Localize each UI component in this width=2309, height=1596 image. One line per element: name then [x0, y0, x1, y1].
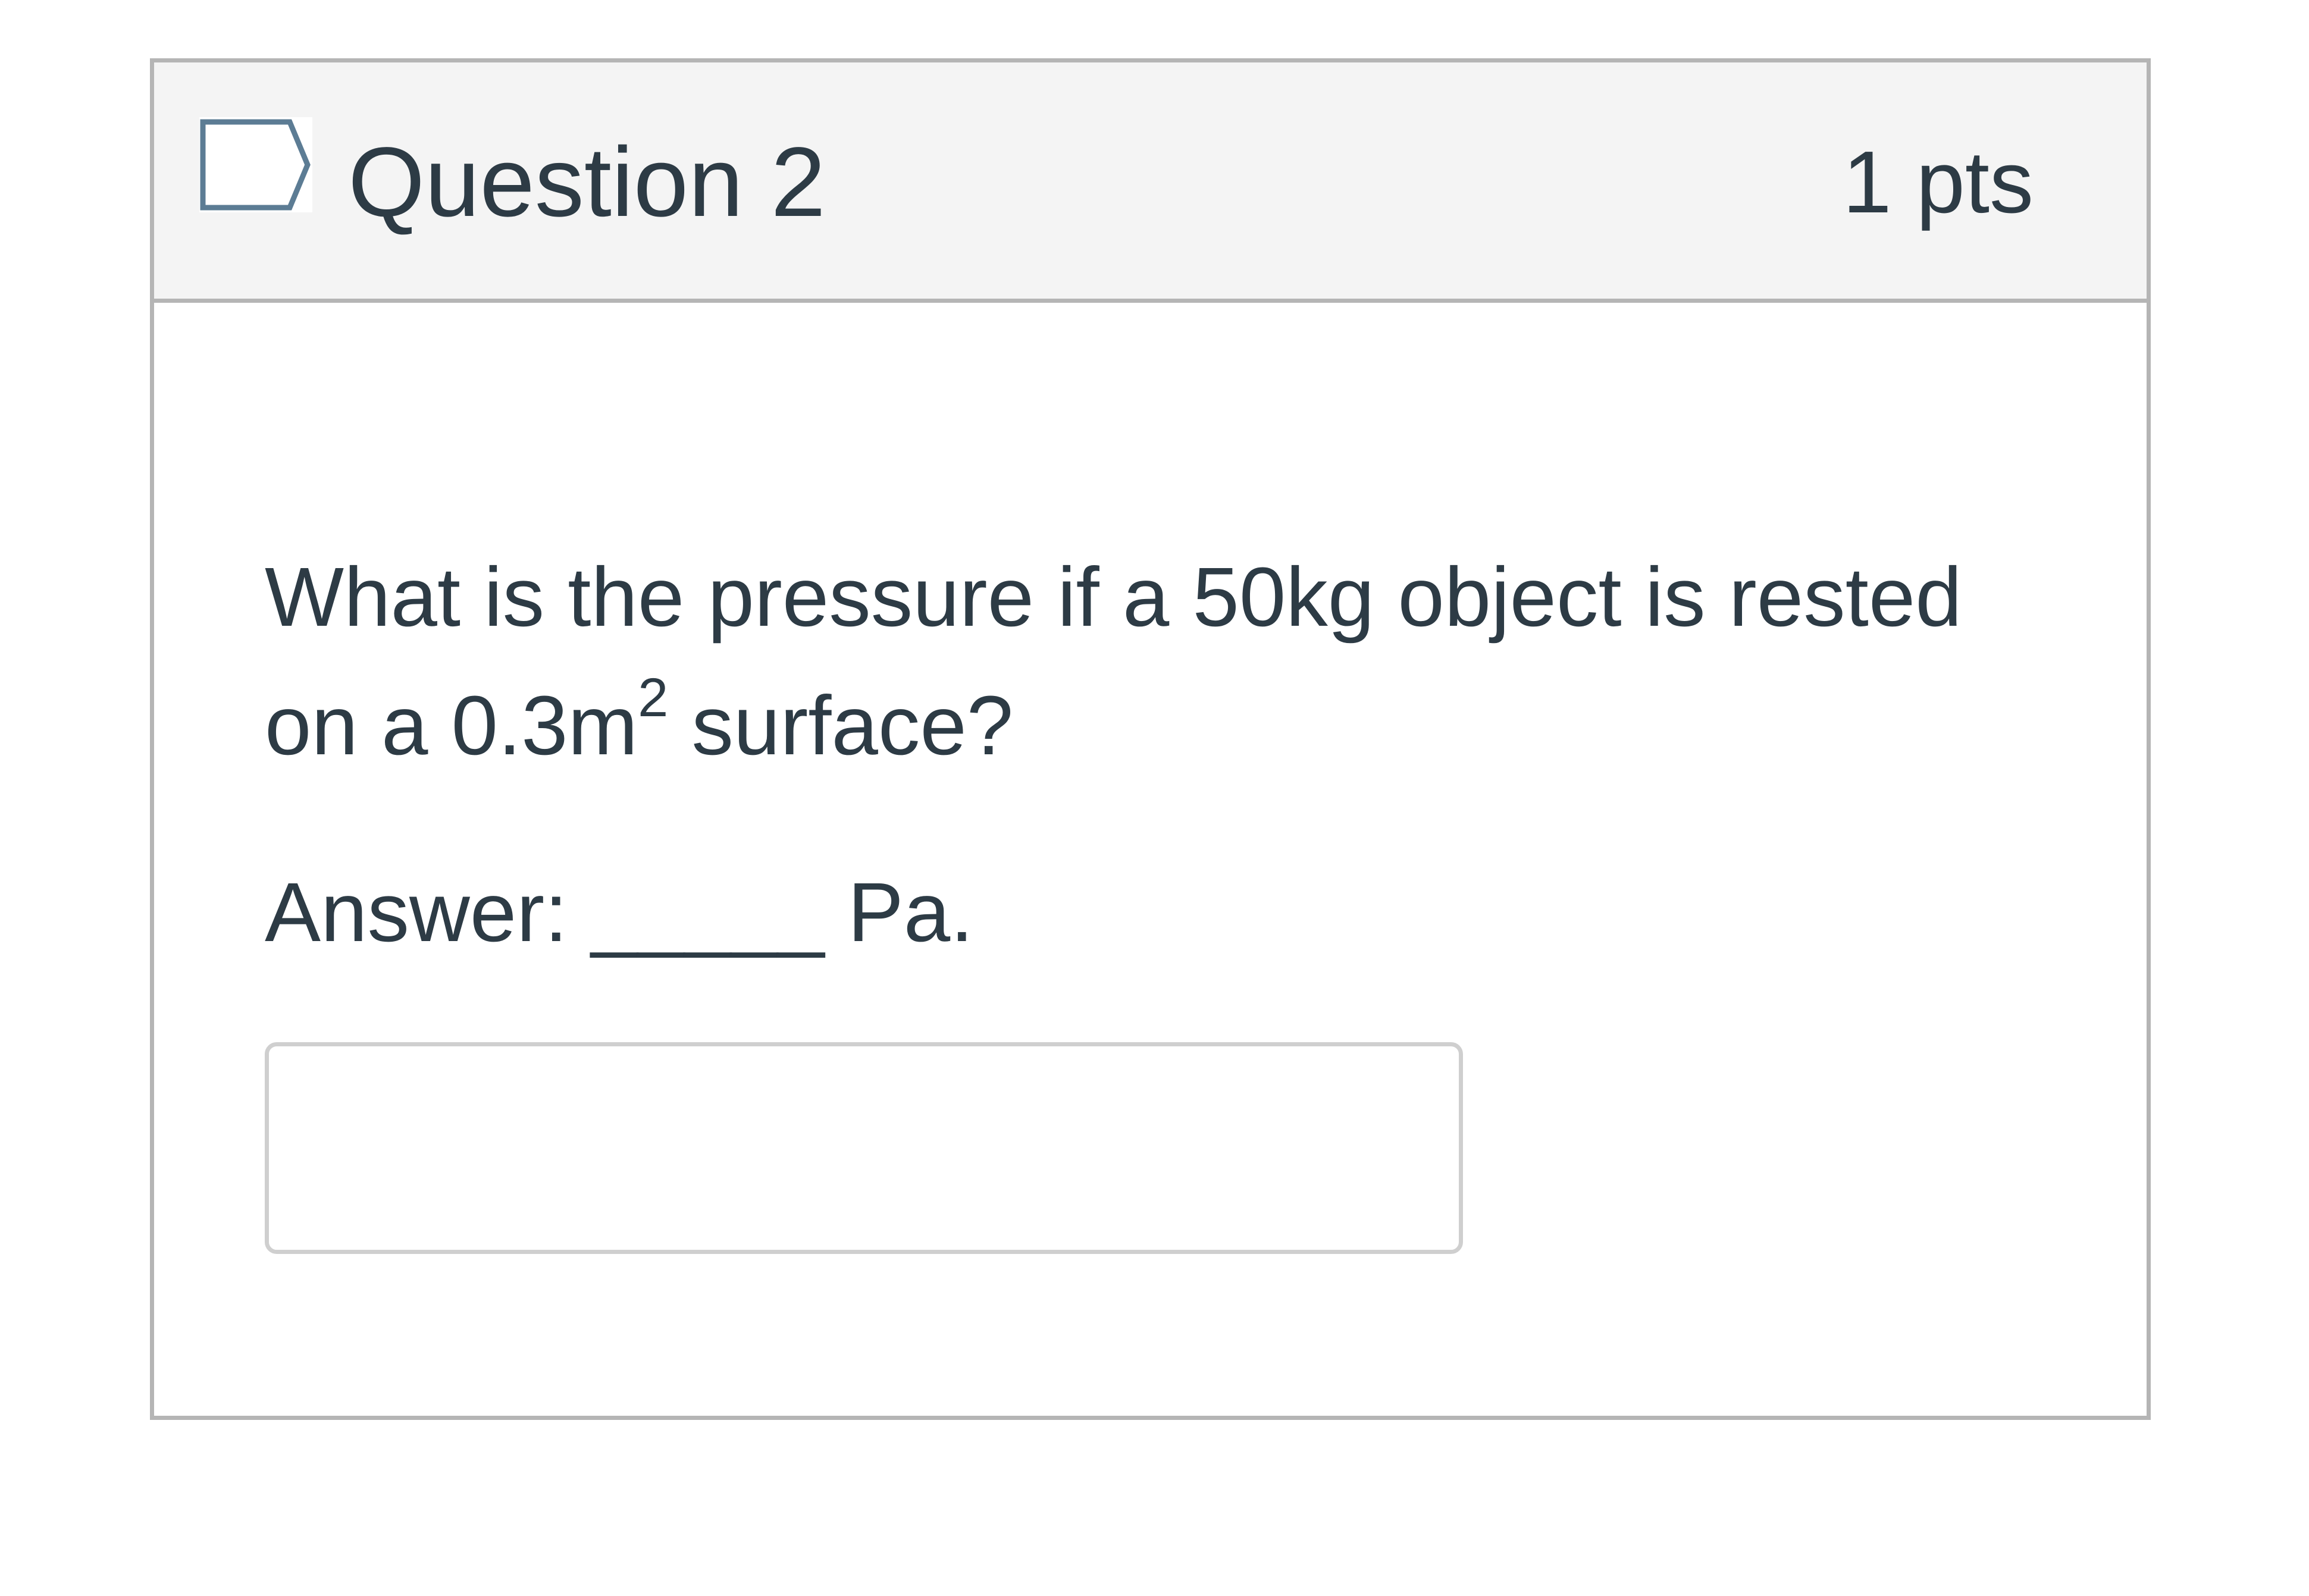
question-text-superscript: 2	[638, 667, 669, 728]
question-header: Question 2 1 pts	[154, 62, 2147, 303]
question-text-main: What is the pressure if a 50kg object is…	[265, 550, 1962, 772]
question-points: 1 pts	[1843, 133, 2034, 231]
answer-input[interactable]	[265, 1042, 1463, 1254]
question-title: Question 2	[348, 127, 826, 237]
question-text: What is the pressure if a 50kg object is…	[265, 532, 2062, 789]
flag-question-icon[interactable]	[199, 117, 312, 212]
question-text-end: surface?	[668, 678, 1014, 772]
answer-prompt: Answer: _____ Pa.	[265, 865, 974, 959]
question-card: Question 2 1 pts What is the pressure if…	[150, 58, 2151, 1420]
